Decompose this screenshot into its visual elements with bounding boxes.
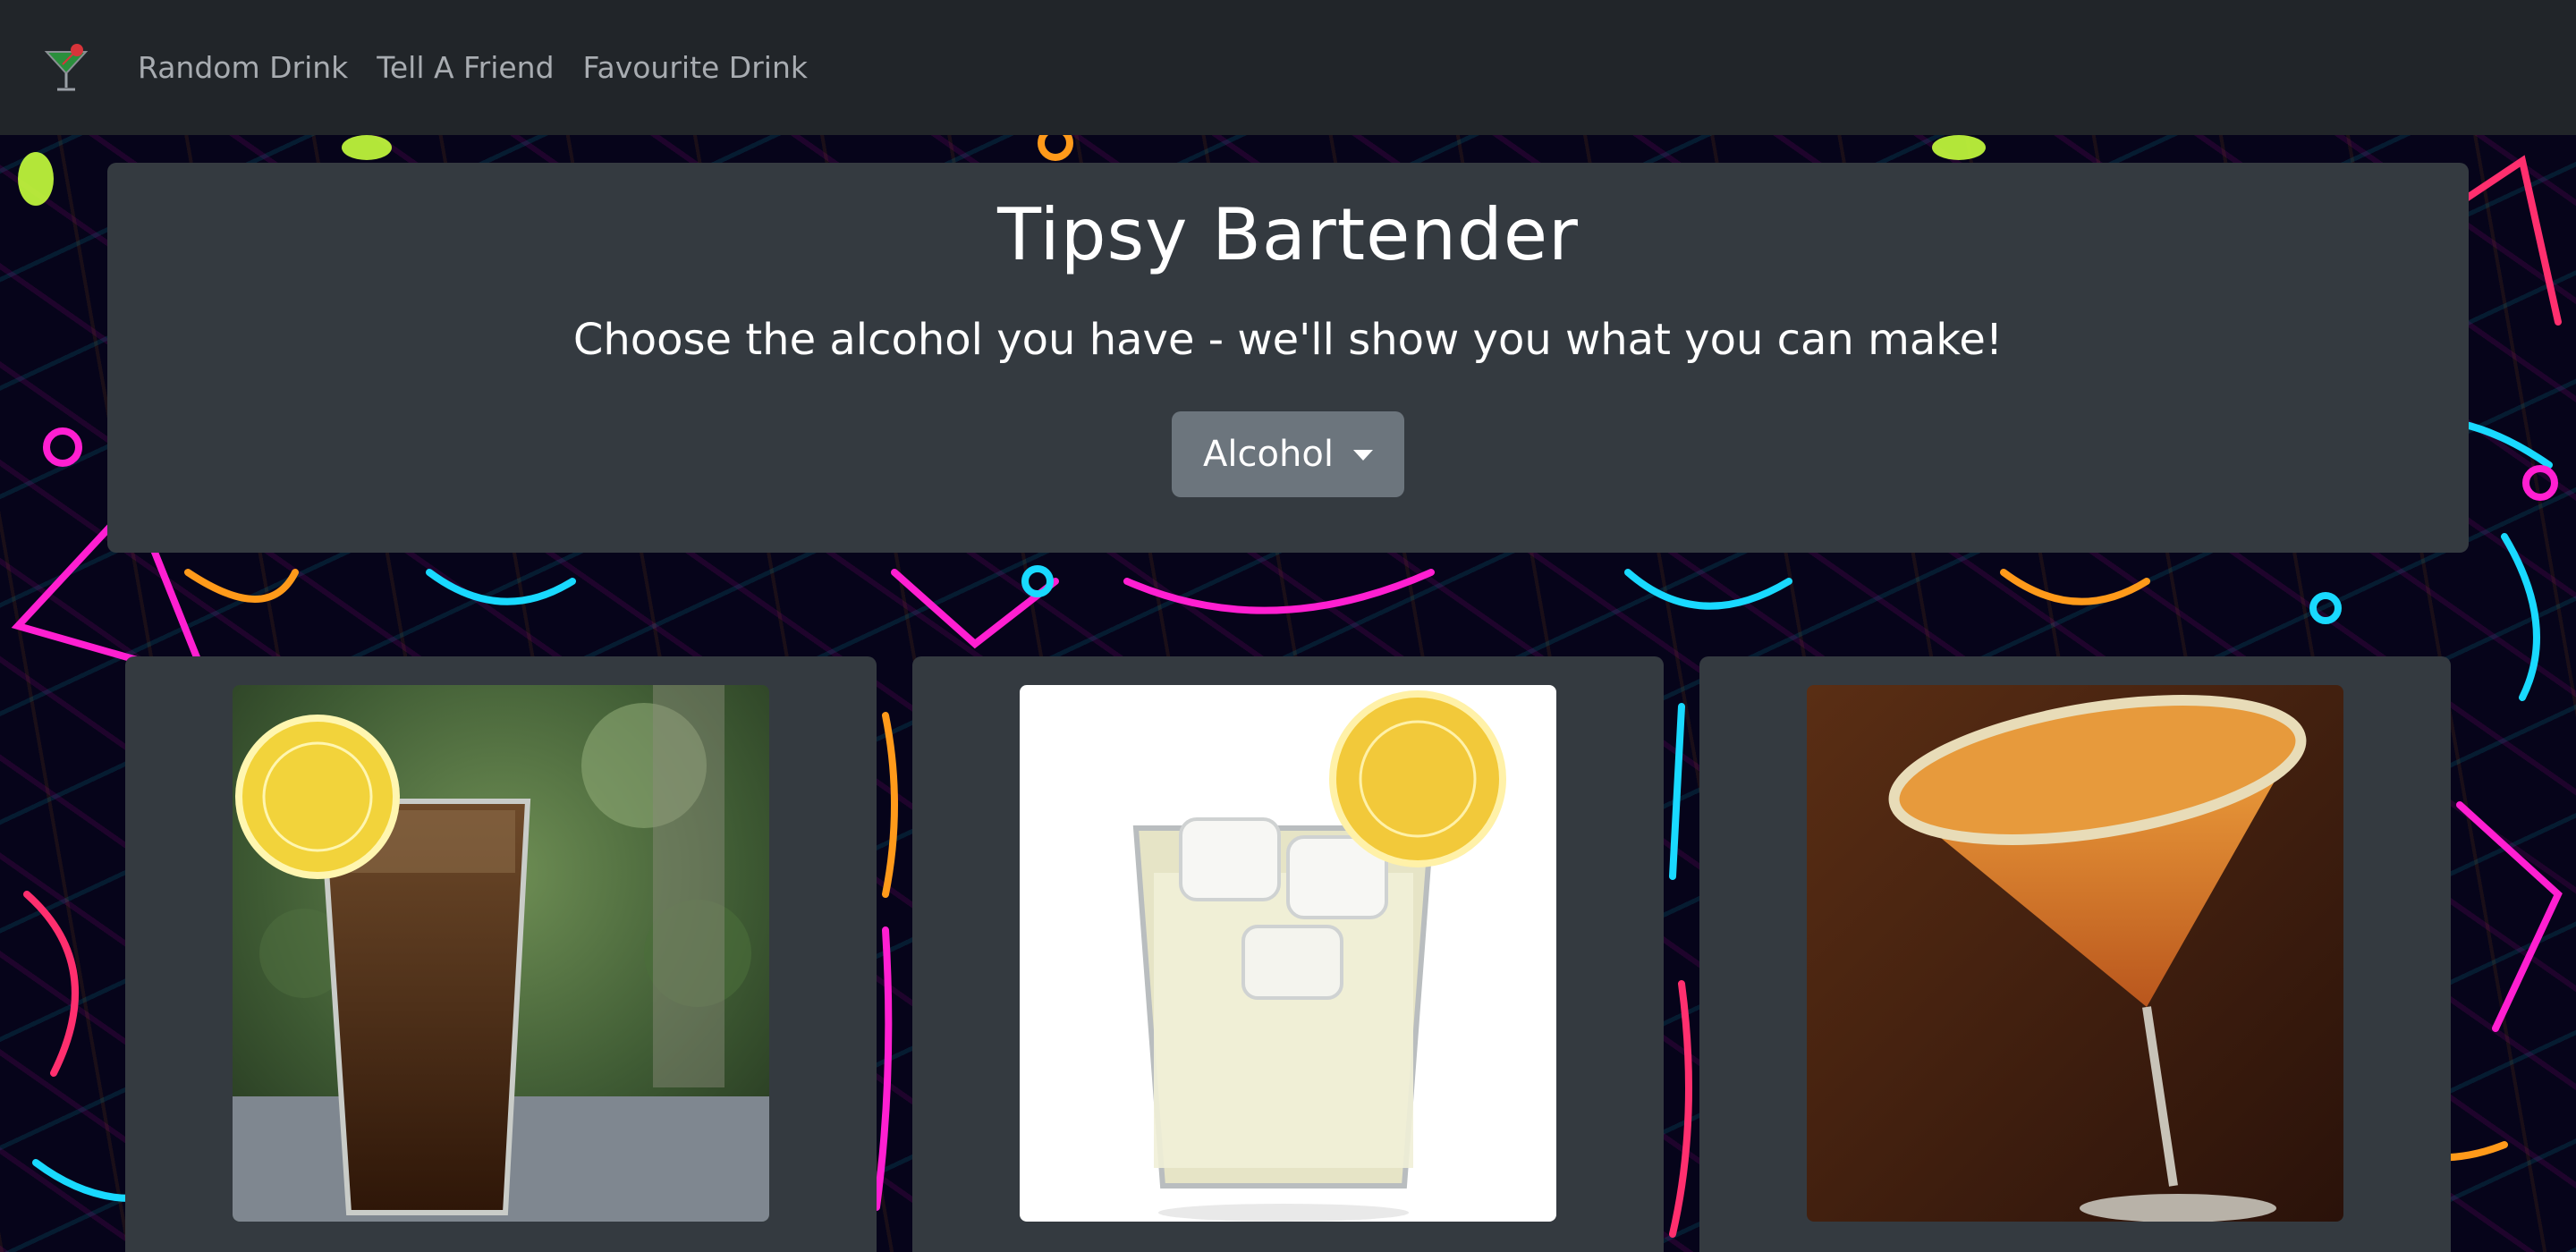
nav-tell-a-friend[interactable]: Tell A Friend <box>377 50 554 85</box>
nav-random-drink[interactable]: Random Drink <box>138 50 348 85</box>
drink-image-lemonade-rocks[interactable] <box>1020 685 1556 1222</box>
alcohol-dropdown-button[interactable]: Alcohol <box>1172 411 1404 497</box>
drink-image-orange-martini[interactable] <box>1807 685 2343 1222</box>
page-subtitle: Choose the alcohol you have - we'll show… <box>572 315 2004 365</box>
drink-card[interactable] <box>125 656 877 1252</box>
alcohol-dropdown-label: Alcohol <box>1203 434 1334 475</box>
caret-down-icon <box>1352 450 1373 461</box>
page-title: Tipsy Bartender <box>997 193 1579 276</box>
hero-panel: Tipsy Bartender Choose the alcohol you h… <box>107 163 2469 553</box>
drink-card[interactable] <box>1699 656 2451 1252</box>
nav-favourite-drink[interactable]: Favourite Drink <box>583 50 808 85</box>
drink-image-cola-highball[interactable] <box>233 685 769 1222</box>
top-navbar: Random Drink Tell A Friend Favourite Dri… <box>0 0 2576 135</box>
cocktail-icon[interactable] <box>41 41 91 95</box>
drink-card[interactable] <box>912 656 1664 1252</box>
